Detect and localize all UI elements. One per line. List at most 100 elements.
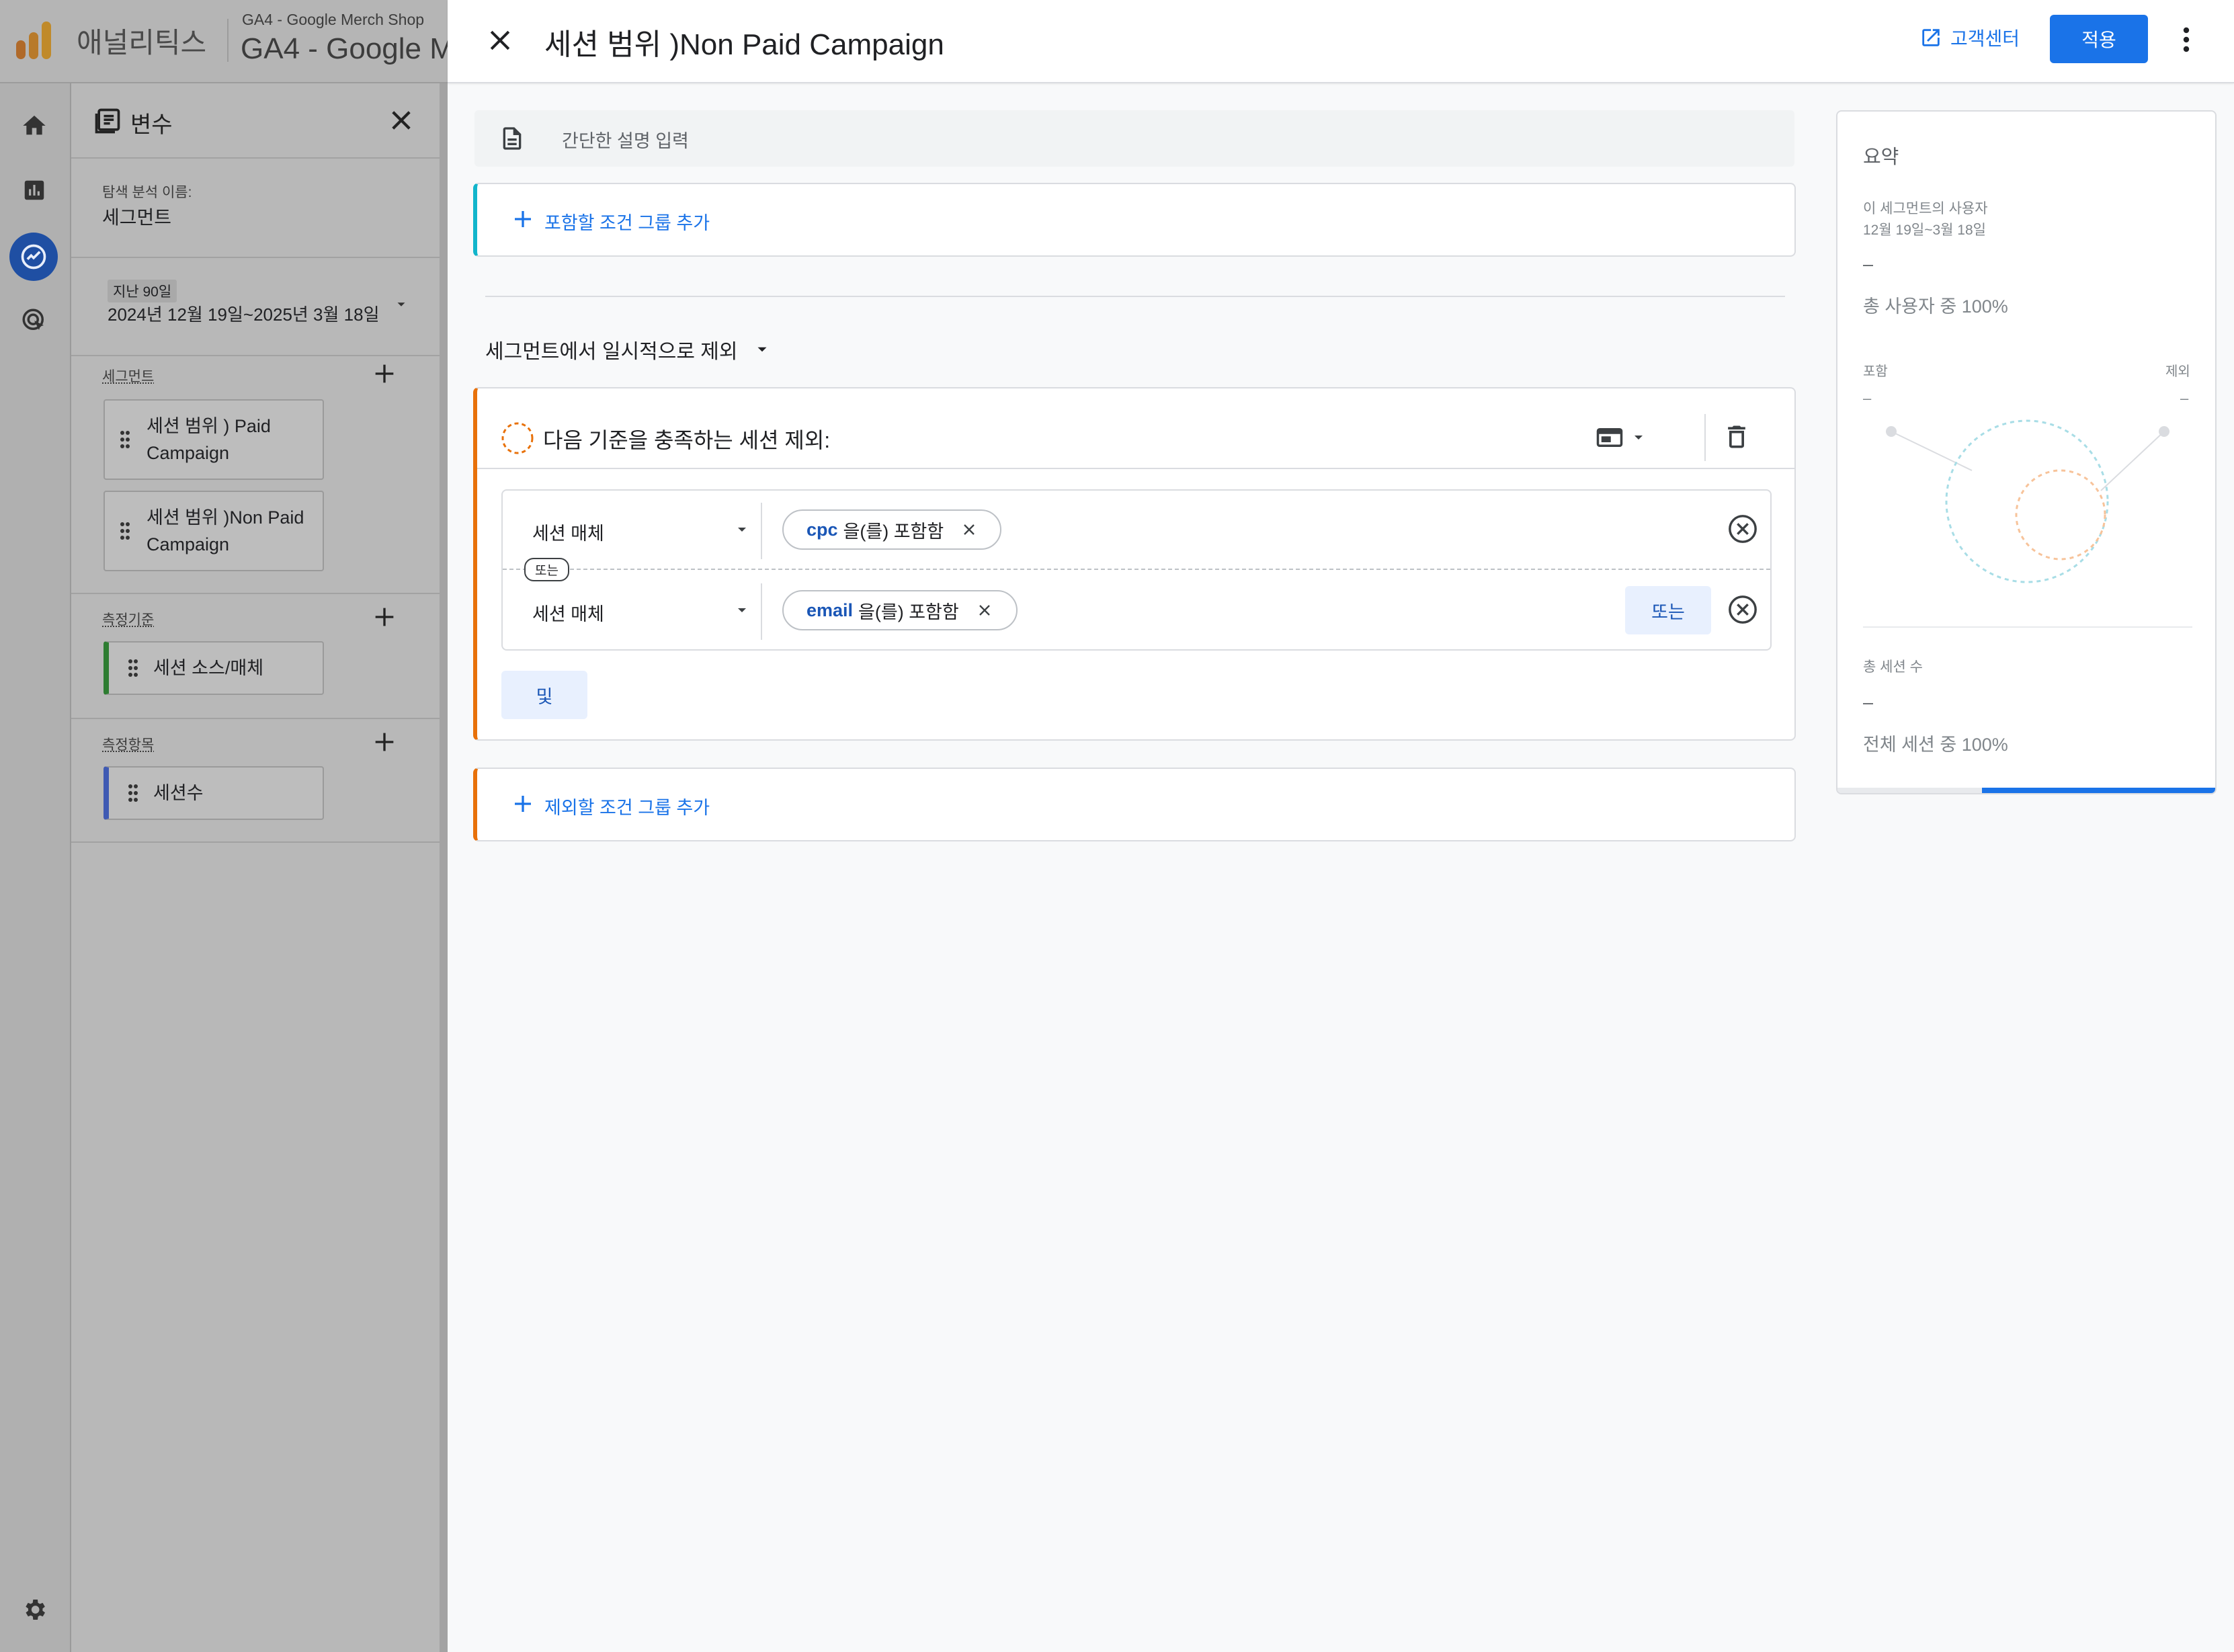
explore-icon[interactable] [9, 233, 58, 281]
drag-handle-icon[interactable] [128, 659, 138, 677]
dimension-chip[interactable]: 세션 소스/매체 [104, 641, 324, 695]
summary-progress-fill [1982, 788, 2215, 793]
remove-value-icon [964, 524, 975, 535]
gear-icon[interactable] [17, 1593, 51, 1626]
add-exclude-group-label: 제외할 조건 그룹 추가 [544, 798, 710, 818]
variables-panel: 변수 탐색 분석 이름: 세그먼트 지난 90일 2024년 12월 19일~2… [71, 83, 441, 1652]
or-badge: 또는 [524, 558, 569, 581]
reports-icon[interactable] [17, 173, 51, 207]
exclude-add-group-card[interactable]: 제외할 조건 그룹 추가 [473, 768, 1796, 841]
delete-icon[interactable] [1722, 422, 1751, 452]
sessions-share: 전체 세션 중 100% [1863, 735, 2008, 755]
dimension-dropdown[interactable]: 세션 매체 [532, 513, 757, 547]
summary-progress-bar [1837, 788, 2215, 793]
analytics-app-background: 애널리틱스 GA4 - Google Merch Shop GA4 - Goog… [0, 0, 448, 1652]
add-segment-icon[interactable] [371, 360, 398, 387]
dimension-label: 세션 매체 [532, 524, 604, 544]
chevron-down-icon [738, 528, 746, 532]
exploration-name-label: 탐색 분석 이름: [102, 185, 192, 200]
analytics-logo [15, 20, 52, 60]
close-icon[interactable] [485, 26, 515, 55]
account-name[interactable]: GA4 - Google Merch Shop [242, 11, 424, 29]
divider [485, 296, 1785, 297]
modal-header: 세션 범위 )Non Paid Campaign 고객센터 적용 [448, 0, 2234, 83]
remove-value-icon [979, 605, 990, 616]
segment-title[interactable]: 세션 범위 )Non Paid Campaign [544, 20, 944, 63]
scope-selector-icon[interactable] [1596, 423, 1647, 452]
dimensions-label: 측정기준 [102, 612, 155, 628]
exclude-group-heading: 다음 기준을 충족하는 세션 제외: [543, 428, 831, 452]
add-metric-icon[interactable] [371, 729, 398, 755]
remove-condition-icon[interactable] [1727, 594, 1758, 625]
users-share: 총 사용자 중 100% [1863, 296, 2008, 317]
segment-chip-non-paid[interactable]: 세션 범위 )Non Paid Campaign [104, 491, 324, 571]
chevron-down-icon [738, 608, 746, 612]
description-placeholder: 간단한 설명 입력 [562, 131, 689, 151]
metrics-label: 측정항목 [102, 737, 155, 753]
add-dimension-icon[interactable] [371, 604, 398, 630]
and-button[interactable]: 및 [501, 671, 587, 719]
dimension-dropdown[interactable]: 세션 매체 [532, 594, 757, 628]
summary-panel: 요약 이 세그먼트의 사용자 12월 19일~3월 18일 – 총 사용자 중 … [1836, 110, 2217, 794]
close-variables-icon[interactable] [387, 106, 415, 134]
include-group-card[interactable]: 포함할 조건 그룹 추가 [473, 183, 1796, 257]
condition-pill-email[interactable]: email 을(를) 포함함 [782, 590, 1018, 630]
description-icon [499, 125, 526, 152]
exclude-mode-dropdown[interactable]: 세그먼트에서 일시적으로 제외 [485, 335, 771, 364]
help-center-link[interactable]: 고객센터 [1919, 24, 2020, 51]
sessions-label: 총 세션 수 [1863, 659, 1923, 675]
segment-chip-paid[interactable]: 세션 범위 ) Paid Campaign [104, 399, 324, 480]
open-in-new-icon [1922, 29, 1940, 46]
variables-icon [93, 106, 122, 136]
exploration-name[interactable]: 세그먼트 [102, 203, 171, 230]
exclude-mode-label: 세그먼트에서 일시적으로 제외 [485, 341, 738, 363]
segment-label: 세션 범위 )Non Paid Campaign [147, 507, 304, 554]
date-range[interactable]: 2024년 12월 19일~2025년 3월 18일 [108, 301, 380, 326]
drag-handle-icon[interactable] [120, 522, 130, 540]
segments-label: 세그먼트 [102, 369, 155, 384]
exclude-group-card: 다음 기준을 충족하는 세션 제외: 세션 매체 cpc 을(를) 포함함 또는… [473, 387, 1796, 741]
add-include-group-label: 포함할 조건 그룹 추가 [544, 213, 710, 233]
dimension-label: 세션 매체 [532, 604, 604, 624]
description-field[interactable]: 간단한 설명 입력 [474, 110, 1794, 167]
dashed-circle-icon [500, 421, 535, 456]
users-label: 이 세그먼트의 사용자 [1863, 201, 1988, 216]
metric-label: 세션수 [153, 783, 204, 803]
add-icon [511, 207, 535, 231]
app-header: 애널리틱스 GA4 - Google Merch Shop GA4 - Goog… [0, 0, 448, 83]
include-label: 포함 [1863, 364, 1888, 379]
condition-operator: 을(를) 포함함 [858, 602, 959, 622]
app-name: 애널리틱스 [77, 27, 207, 58]
add-icon [511, 792, 535, 816]
chevron-down-icon [757, 347, 767, 352]
home-icon[interactable] [17, 109, 51, 142]
date-dropdown-icon[interactable] [394, 297, 409, 312]
segment-builder-modal: 세션 범위 )Non Paid Campaign 고객센터 적용 간단한 설명 … [448, 0, 2234, 1652]
more-options-icon[interactable] [2180, 26, 2192, 54]
date-badge: 지난 90일 [108, 280, 177, 302]
or-button[interactable]: 또는 [1625, 586, 1711, 634]
conditions-box: 세션 매체 cpc 을(를) 포함함 또는 세션 매체 email 을(를) 포… [501, 489, 1772, 651]
users-value: – [1863, 254, 1874, 274]
condition-value: cpc [806, 519, 838, 540]
condition-pill-cpc[interactable]: cpc 을(를) 포함함 [782, 509, 1001, 550]
segment-label: 세션 범위 ) Paid Campaign [147, 416, 271, 463]
advertising-icon[interactable] [17, 304, 51, 337]
drag-handle-icon[interactable] [128, 784, 138, 802]
sessions-value: – [1863, 692, 1874, 712]
condition-operator: 을(를) 포함함 [843, 521, 944, 542]
venn-diagram [1886, 419, 2169, 583]
scrim-edge [440, 83, 448, 1652]
metric-chip[interactable]: 세션수 [104, 766, 324, 820]
condition-value: email [806, 600, 854, 620]
nav-rail [0, 83, 71, 1652]
dimension-label: 세션 소스/매체 [153, 658, 264, 678]
property-name[interactable]: GA4 - Google Merch Shop [241, 32, 448, 66]
summary-title: 요약 [1863, 147, 1899, 168]
users-date: 12월 19일~3월 18일 [1863, 222, 1986, 238]
variables-title: 변수 [130, 112, 173, 138]
help-center-label: 고객센터 [1950, 28, 2020, 49]
remove-condition-icon[interactable] [1727, 513, 1758, 544]
apply-button[interactable]: 적용 [2050, 15, 2148, 63]
drag-handle-icon[interactable] [120, 430, 130, 449]
